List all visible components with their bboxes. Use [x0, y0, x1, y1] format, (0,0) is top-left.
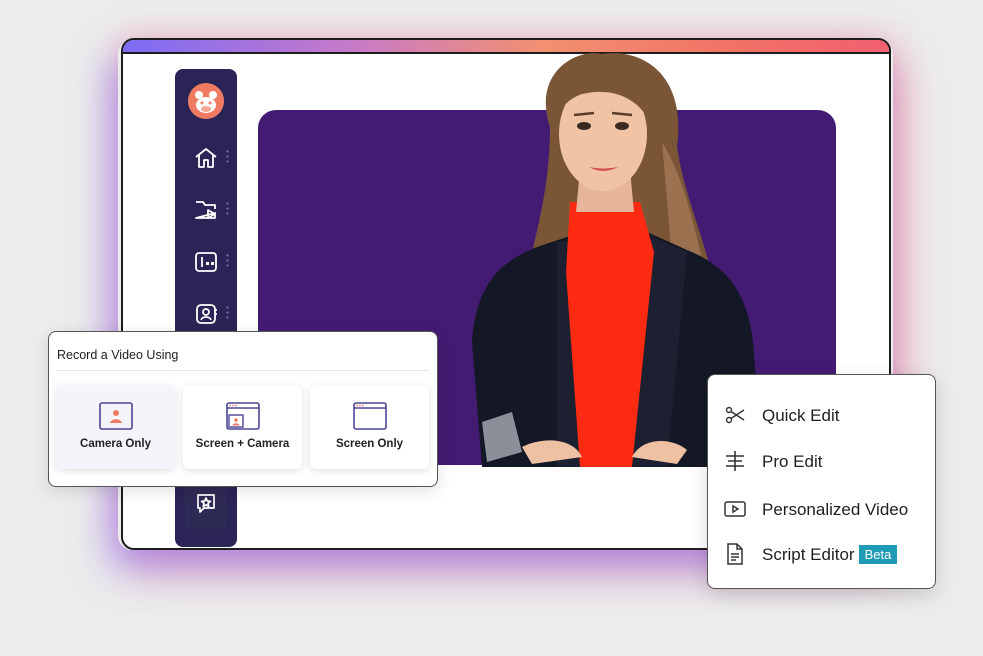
- record-panel-title: Record a Video Using: [57, 348, 179, 362]
- contacts-icon: [196, 304, 217, 324]
- menu-item-pro-edit[interactable]: Pro Edit: [724, 448, 934, 474]
- sidebar-item-contacts[interactable]: [175, 291, 237, 335]
- scissors-icon: [725, 406, 745, 424]
- menu-item-script-editor[interactable]: Script Editor Beta: [724, 541, 934, 567]
- camera-only-button[interactable]: Camera Only: [56, 385, 175, 469]
- app-logo[interactable]: [188, 83, 224, 119]
- divider: [57, 370, 429, 371]
- timeline-icon: [726, 451, 744, 471]
- option-label: Camera Only: [80, 438, 151, 450]
- play-video-icon: [724, 501, 746, 517]
- edit-menu: Quick Edit Pro Edit Personalized Video S…: [707, 374, 936, 589]
- menu-item-label: Personalized Video: [762, 500, 909, 519]
- menu-item-label-wrap: Script Editor Beta: [762, 545, 898, 565]
- screen-only-button[interactable]: Screen Only: [310, 385, 429, 469]
- sidebar-item-library[interactable]: [175, 239, 237, 283]
- menu-item-quick-edit[interactable]: Quick Edit: [724, 402, 934, 428]
- menu-item-label: Quick Edit: [762, 406, 840, 425]
- menu-item-label: Pro Edit: [762, 452, 823, 471]
- option-label: Screen Only: [335, 438, 404, 450]
- camera-icon: [99, 402, 133, 430]
- drag-handle[interactable]: [226, 305, 229, 321]
- star-chat-icon: [197, 494, 215, 513]
- menu-item-label: Script Editor: [762, 545, 855, 564]
- drag-handle[interactable]: [226, 149, 229, 165]
- document-icon: [727, 543, 743, 565]
- sidebar-item-videos[interactable]: [175, 187, 237, 231]
- sidebar-item-home[interactable]: [175, 135, 237, 179]
- screen-icon: [353, 402, 387, 430]
- option-label: Screen + Camera: [195, 438, 290, 450]
- video-folder-icon: [195, 201, 216, 219]
- drag-handle[interactable]: [226, 201, 229, 217]
- media-library-icon: [195, 252, 217, 272]
- home-icon: [195, 148, 217, 168]
- menu-item-personalized-video[interactable]: Personalized Video: [724, 496, 934, 522]
- screen-camera-icon: [226, 402, 260, 430]
- screen-camera-button[interactable]: Screen + Camera: [183, 385, 302, 469]
- beta-badge: Beta: [858, 545, 898, 564]
- record-video-panel: Record a Video Using Camera Only Screen …: [48, 331, 438, 487]
- drag-handle[interactable]: [226, 253, 229, 269]
